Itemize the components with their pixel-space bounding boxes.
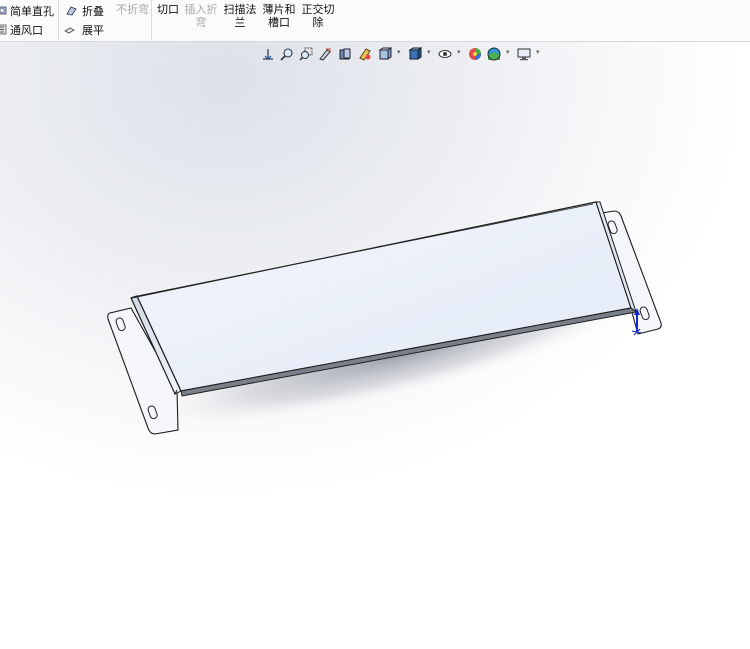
sheet-metal-part[interactable] (0, 42, 750, 649)
simple-hole-icon (0, 6, 7, 15)
graphics-area[interactable]: ▾ ▾ ▾ ▾ ▾ (0, 42, 750, 649)
tab-and-slot-button[interactable]: 薄片和 槽口 (261, 3, 297, 29)
no-bends-button[interactable]: 不折弯 (116, 3, 149, 16)
fold-icon (66, 6, 77, 16)
flatten-icon (64, 27, 75, 34)
insert-bends-button[interactable]: 插入折 弯 (184, 3, 218, 29)
tab-and-slot-label-line2: 槽口 (268, 16, 290, 29)
ribbon-separator (151, 0, 152, 40)
insert-bends-label-line2: 弯 (195, 16, 207, 29)
swept-flange-button[interactable]: 扫描法 兰 (222, 3, 258, 29)
ribbon-separator (58, 0, 59, 40)
rip-button[interactable]: 切口 (157, 3, 179, 16)
normal-cut-button[interactable]: 正交切 除 (300, 3, 336, 29)
tab-and-slot-label-line1: 薄片和 (262, 3, 296, 16)
simple-hole-button[interactable]: 简单直孔 (10, 5, 54, 18)
normal-cut-label-line2: 除 (312, 16, 324, 29)
swept-flange-label-line2: 兰 (234, 16, 246, 29)
fold-button[interactable]: 折叠 (82, 5, 104, 18)
insert-bends-label-line1: 插入折 (184, 3, 218, 16)
vent-button[interactable]: 通风口 (10, 24, 43, 37)
flatten-button[interactable]: 展平 (82, 24, 104, 37)
normal-cut-label-line1: 正交切 (301, 3, 335, 16)
swept-flange-label-line1: 扫描法 (223, 3, 257, 16)
sheet-metal-ribbon: 简单直孔 通风口 折叠 不折弯 展平 切口 插入折 弯 扫描法 兰 薄片和 槽口… (0, 0, 750, 42)
vent-icon (0, 24, 7, 35)
